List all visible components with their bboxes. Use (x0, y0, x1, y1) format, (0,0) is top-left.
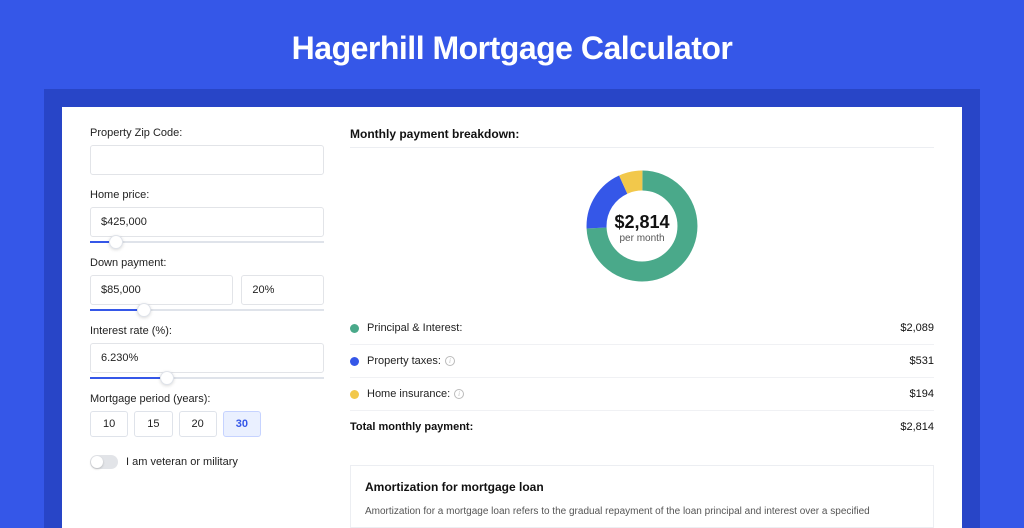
period-30-button[interactable]: 30 (223, 411, 261, 437)
slider-fill (90, 241, 109, 243)
legend-label-text: Home insurance: (367, 388, 450, 400)
legend-value: $194 (910, 388, 934, 400)
legend-label: Home insurance: i (367, 388, 910, 400)
donut-center: $2,814 per month (614, 212, 669, 244)
down-payment-amount-input[interactable] (90, 275, 233, 305)
zip-field-group: Property Zip Code: (90, 127, 324, 175)
slider-thumb[interactable] (137, 303, 151, 317)
toggle-knob (91, 456, 103, 468)
home-price-group: Home price: (90, 189, 324, 243)
amortization-title: Amortization for mortgage loan (365, 480, 919, 494)
dot-icon (350, 324, 359, 333)
down-payment-pct-input[interactable] (241, 275, 324, 305)
home-price-label: Home price: (90, 189, 324, 201)
slider-fill (90, 309, 137, 311)
total-label: Total monthly payment: (350, 421, 900, 433)
zip-label: Property Zip Code: (90, 127, 324, 139)
legend: Principal & Interest: $2,089 Property ta… (350, 312, 934, 443)
calculator-panel: Property Zip Code: Home price: Down paym… (62, 107, 962, 528)
legend-label-text: Property taxes: (367, 355, 441, 367)
legend-principal: Principal & Interest: $2,089 (350, 312, 934, 345)
donut-sub: per month (614, 233, 669, 244)
dot-icon (350, 357, 359, 366)
legend-label: Principal & Interest: (367, 322, 900, 334)
slider-thumb[interactable] (109, 235, 123, 249)
legend-taxes: Property taxes: i $531 (350, 345, 934, 378)
veteran-label: I am veteran or military (126, 456, 238, 468)
interest-input[interactable] (90, 343, 324, 373)
slider-fill (90, 377, 160, 379)
period-10-button[interactable]: 10 (90, 411, 128, 437)
interest-group: Interest rate (%): (90, 325, 324, 379)
info-icon[interactable]: i (445, 356, 455, 366)
page-title: Hagerhill Mortgage Calculator (0, 0, 1024, 89)
legend-insurance: Home insurance: i $194 (350, 378, 934, 411)
legend-value: $2,089 (900, 322, 934, 334)
dot-icon (350, 390, 359, 399)
donut-amount: $2,814 (614, 212, 669, 233)
zip-input[interactable] (90, 145, 324, 175)
period-15-button[interactable]: 15 (134, 411, 172, 437)
legend-label: Property taxes: i (367, 355, 910, 367)
panel-shadow: Property Zip Code: Home price: Down paym… (44, 89, 980, 528)
home-price-input[interactable] (90, 207, 324, 237)
veteran-toggle[interactable] (90, 455, 118, 469)
results-column: Monthly payment breakdown: $2,814 per mo… (350, 127, 962, 528)
period-group: Mortgage period (years): 10 15 20 30 (90, 393, 324, 437)
down-payment-group: Down payment: (90, 257, 324, 311)
interest-slider[interactable] (90, 377, 324, 379)
period-label: Mortgage period (years): (90, 393, 324, 405)
down-payment-slider[interactable] (90, 309, 324, 311)
breakdown-title: Monthly payment breakdown: (350, 127, 934, 148)
period-options: 10 15 20 30 (90, 411, 324, 437)
donut-chart: $2,814 per month (350, 148, 934, 308)
interest-label: Interest rate (%): (90, 325, 324, 337)
period-20-button[interactable]: 20 (179, 411, 217, 437)
info-icon[interactable]: i (454, 389, 464, 399)
amortization-block: Amortization for mortgage loan Amortizat… (350, 465, 934, 528)
slider-thumb[interactable] (160, 371, 174, 385)
form-column: Property Zip Code: Home price: Down paym… (62, 127, 324, 528)
down-payment-label: Down payment: (90, 257, 324, 269)
legend-value: $531 (910, 355, 934, 367)
veteran-toggle-row: I am veteran or military (90, 455, 324, 469)
legend-total: Total monthly payment: $2,814 (350, 411, 934, 443)
home-price-slider[interactable] (90, 241, 324, 243)
total-value: $2,814 (900, 421, 934, 433)
